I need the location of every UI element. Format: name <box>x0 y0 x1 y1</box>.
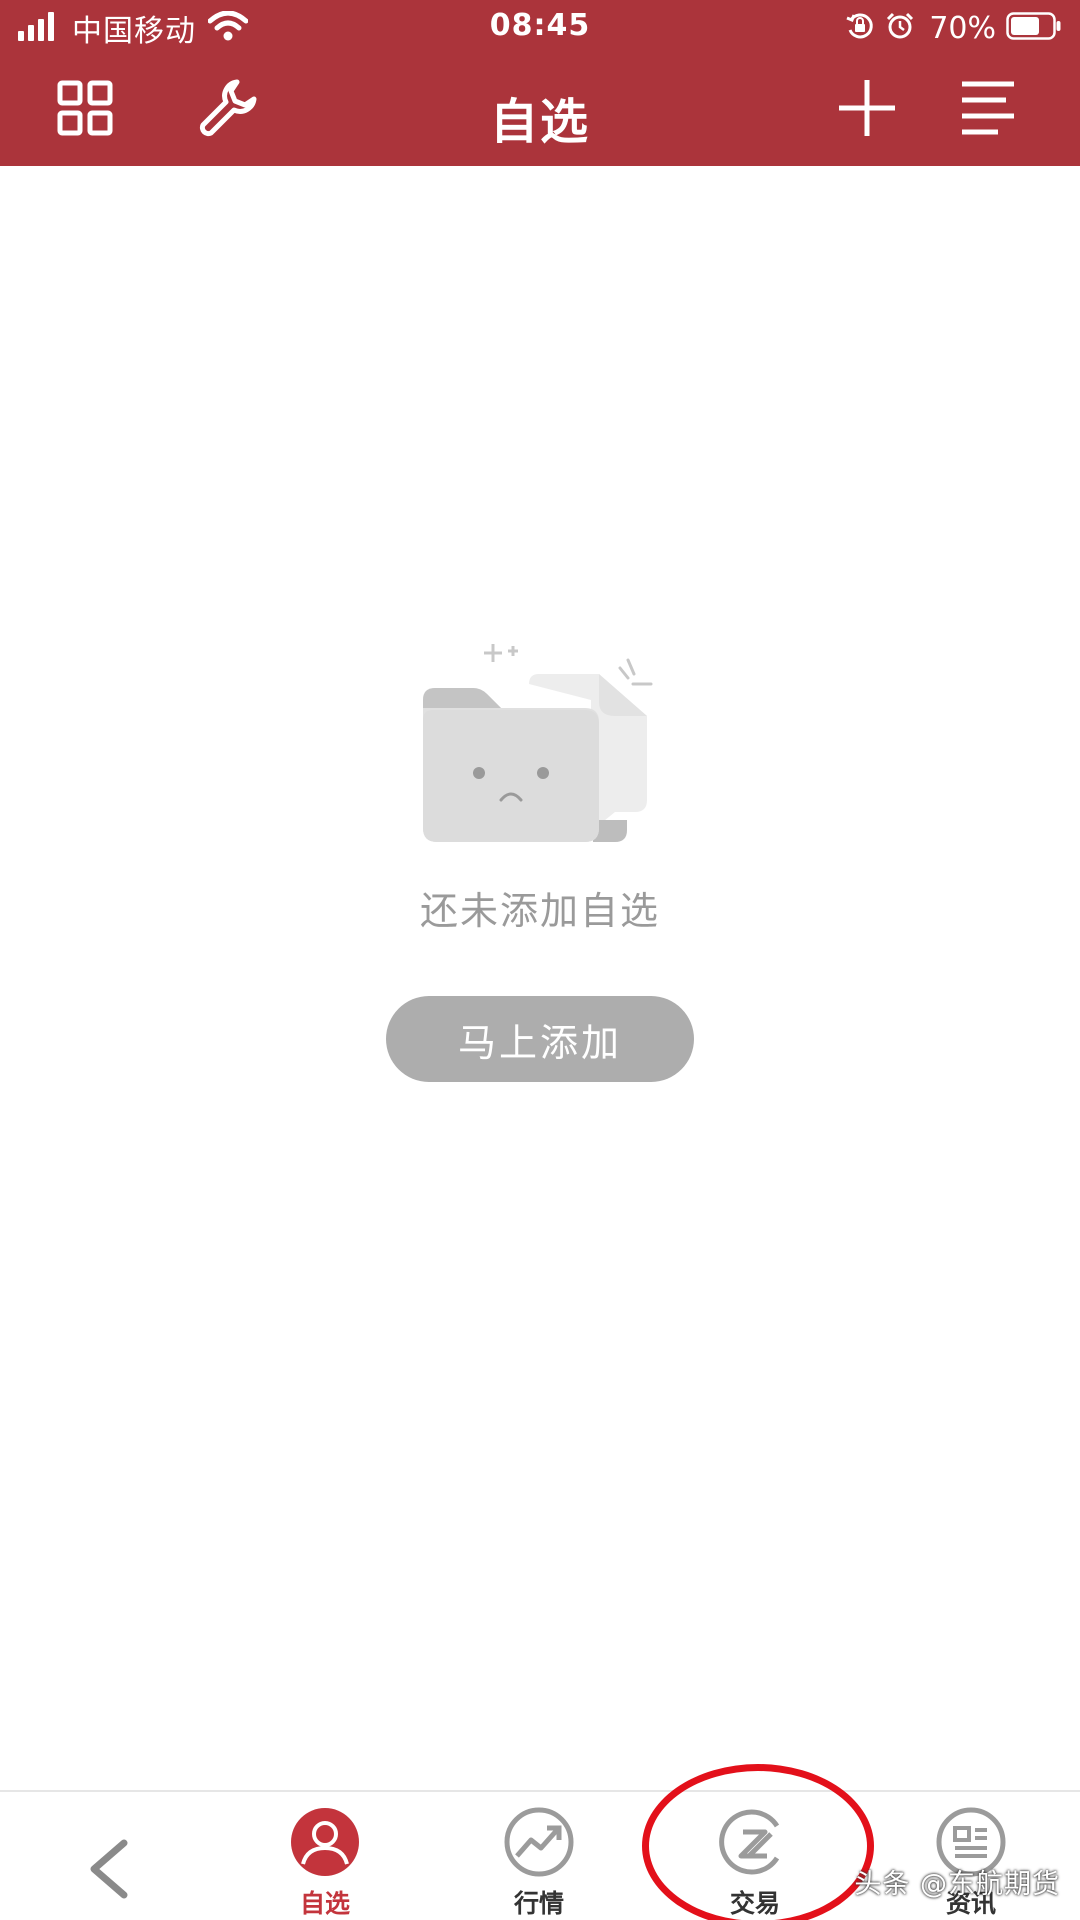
tab-market[interactable]: 行情 <box>474 1806 604 1918</box>
status-right: 70% <box>845 8 1062 48</box>
alarm-icon <box>885 11 915 45</box>
add-now-button[interactable]: 马上添加 <box>386 996 694 1082</box>
back-button[interactable] <box>78 1836 138 1906</box>
plus-icon <box>837 78 897 142</box>
page-title: 自选 <box>489 94 590 150</box>
trade-icon <box>719 1806 791 1878</box>
empty-state-message: 还未添加自选 <box>419 889 660 933</box>
rotation-lock-icon <box>845 11 875 45</box>
nav-bar: 自选 <box>0 54 1080 166</box>
tab-label: 行情 <box>513 1889 564 1918</box>
trend-chart-icon <box>503 1806 575 1878</box>
chevron-left-icon <box>86 1839 130 1903</box>
tab-watchlist[interactable]: 自选 <box>260 1806 390 1918</box>
status-bar: 中国移动 08:45 70% <box>0 0 1080 54</box>
watermark: 头条 @东航期货 <box>854 1869 1060 1900</box>
add-button[interactable] <box>831 74 903 146</box>
tab-trade[interactable]: 交易 <box>690 1806 820 1918</box>
empty-folder-icon <box>415 640 665 850</box>
tab-label: 自选 <box>299 1889 350 1918</box>
menu-icon <box>958 78 1018 142</box>
battery-icon <box>1006 12 1062 44</box>
menu-button[interactable] <box>952 74 1024 146</box>
battery-percent: 70% <box>929 10 996 46</box>
user-icon <box>289 1806 361 1878</box>
tab-label: 交易 <box>729 1889 780 1918</box>
app-header: 中国移动 08:45 70% 自选 <box>0 0 1080 166</box>
